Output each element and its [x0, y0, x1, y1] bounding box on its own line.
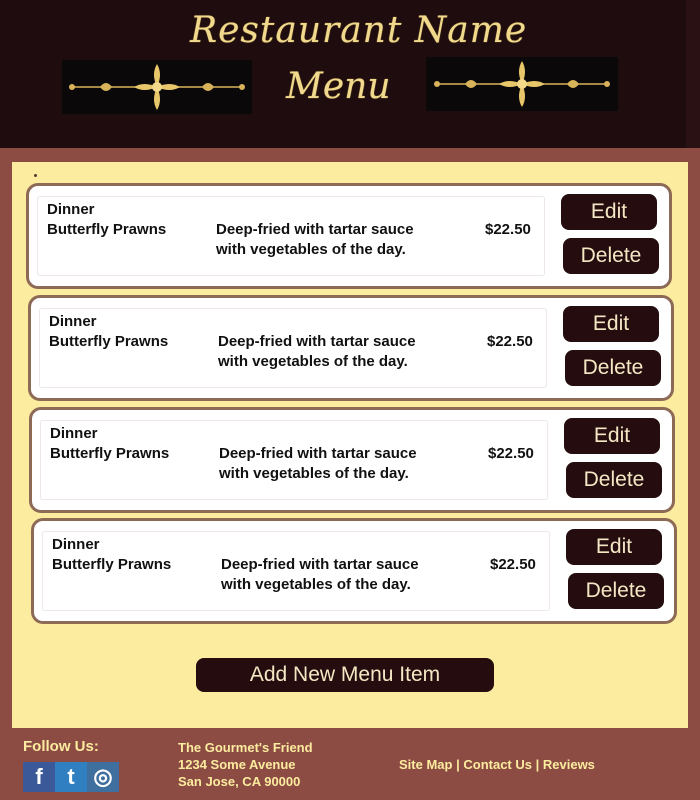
delete-button[interactable]: Delete: [565, 350, 661, 386]
delete-button[interactable]: Delete: [568, 573, 664, 609]
menu-subtitle: Menu: [286, 66, 391, 107]
menu-item-name: Butterfly Prawns: [49, 333, 169, 350]
social-links: f t ◎: [23, 762, 119, 792]
menu-panel: Dinner Butterfly Prawns Deep-fried with …: [12, 162, 688, 728]
menu-item-category: Dinner: [50, 425, 98, 442]
header-edge: [686, 0, 700, 148]
left-ornament-icon: [62, 60, 252, 114]
menu-item-price: $22.50: [490, 556, 536, 573]
contact-us-link[interactable]: Contact Us: [463, 757, 532, 772]
address-company: The Gourmet's Friend: [178, 740, 313, 755]
add-new-menu-item-button[interactable]: Add New Menu Item: [196, 658, 494, 692]
instagram-icon[interactable]: ◎: [87, 762, 119, 792]
menu-item-category: Dinner: [52, 536, 100, 553]
description-line-2: with vegetables of the day.: [216, 241, 406, 258]
menu-item-card: Dinner Butterfly Prawns Deep-fried with …: [26, 183, 672, 289]
restaurant-title: Restaurant Name: [190, 10, 528, 51]
reviews-link[interactable]: Reviews: [543, 757, 595, 772]
menu-item-card: Dinner Butterfly Prawns Deep-fried with …: [31, 518, 677, 624]
menu-item-name: Butterfly Prawns: [47, 221, 167, 238]
menu-item-price: $22.50: [488, 445, 534, 462]
edit-button[interactable]: Edit: [564, 418, 660, 454]
menu-item-card: Dinner Butterfly Prawns Deep-fried with …: [28, 295, 674, 401]
menu-item-description: Deep-fried with tartar sauce with vegetab…: [221, 555, 419, 595]
description-line-2: with vegetables of the day.: [219, 465, 409, 482]
menu-item-description: Deep-fried with tartar sauce with vegetab…: [216, 220, 414, 260]
delete-button[interactable]: Delete: [566, 462, 662, 498]
menu-item-price: $22.50: [485, 221, 531, 238]
facebook-icon[interactable]: f: [23, 762, 55, 792]
link-separator: |: [456, 757, 460, 772]
menu-item-name: Butterfly Prawns: [52, 556, 172, 573]
menu-item-category: Dinner: [49, 313, 97, 330]
description-line-2: with vegetables of the day.: [221, 576, 411, 593]
address-city: San Jose, CA 90000: [178, 774, 301, 789]
link-separator: |: [535, 757, 540, 772]
follow-us-label: Follow Us:: [23, 738, 99, 755]
twitter-icon[interactable]: t: [55, 762, 87, 792]
panel-dot: [34, 174, 37, 177]
menu-item-description: Deep-fried with tartar sauce with vegetab…: [218, 332, 416, 372]
menu-item-description: Deep-fried with tartar sauce with vegetab…: [219, 444, 417, 484]
edit-button[interactable]: Edit: [563, 306, 659, 342]
edit-button[interactable]: Edit: [566, 529, 662, 565]
description-line-1: Deep-fried with tartar sauce: [219, 445, 417, 462]
edit-button[interactable]: Edit: [561, 194, 657, 230]
menu-item-price: $22.50: [487, 333, 533, 350]
description-line-1: Deep-fried with tartar sauce: [218, 333, 416, 350]
description-line-1: Deep-fried with tartar sauce: [221, 556, 419, 573]
header-banner: Restaurant Name Menu: [0, 0, 700, 148]
description-line-2: with vegetables of the day.: [218, 353, 408, 370]
menu-item-category: Dinner: [47, 201, 95, 218]
site-map-link[interactable]: Site Map: [399, 757, 452, 772]
footer-links: Site Map | Contact Us | Reviews: [399, 756, 595, 773]
menu-item-name: Butterfly Prawns: [50, 445, 170, 462]
right-ornament-icon: [426, 57, 618, 111]
description-line-1: Deep-fried with tartar sauce: [216, 221, 414, 238]
address-street: 1234 Some Avenue: [178, 757, 296, 772]
menu-item-card: Dinner Butterfly Prawns Deep-fried with …: [29, 407, 675, 513]
delete-button[interactable]: Delete: [563, 238, 659, 274]
